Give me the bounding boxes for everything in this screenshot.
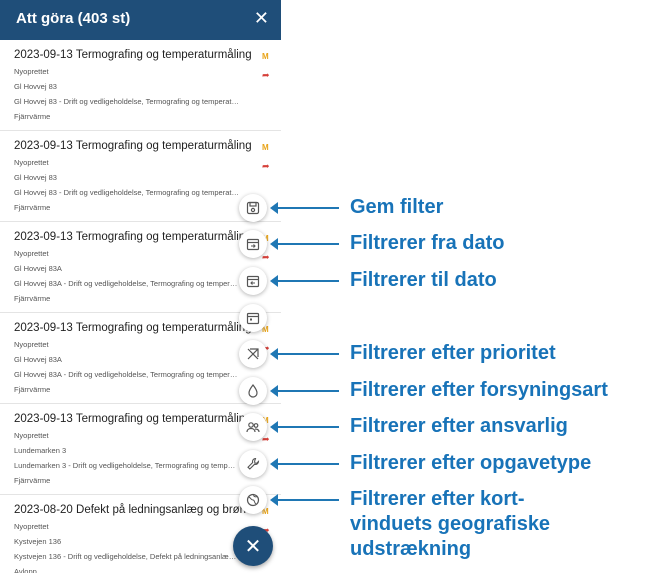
list-item[interactable]: 2023-09-13 Termografing og temperaturmål… — [0, 404, 281, 495]
item-address: Gl Hovvej 83 — [14, 173, 57, 182]
callout-map-line2: vinduets geografiske — [350, 513, 551, 535]
item-description: Gl Hovvej 83 - Drift og vedligeholdelse,… — [14, 97, 239, 106]
item-type: Fjärrvärme — [14, 112, 51, 121]
close-icon[interactable]: ✕ — [254, 7, 269, 29]
item-type: Fjärrvärme — [14, 203, 51, 212]
filter-from-date-button[interactable] — [239, 230, 267, 258]
list-item[interactable]: 2023-09-13 Termografing og temperaturmål… — [0, 40, 281, 131]
item-type: Fjärrvärme — [14, 294, 51, 303]
item-title: 2023-08-20 Defekt på ledningsanlæg og br… — [14, 504, 259, 516]
filter-tasktype-button[interactable] — [239, 450, 267, 478]
priority-icon — [247, 348, 259, 360]
drop-icon — [248, 384, 258, 398]
item-address: Gl Hovvej 83 — [14, 82, 57, 91]
item-description: Gl Hovvej 83 - Drift og vedligeholdelse,… — [14, 188, 239, 197]
callout-priority: Filtrerer efter prioritet — [350, 342, 556, 364]
item-title: 2023-09-13 Termografing og temperaturmål… — [14, 231, 252, 243]
item-title: 2023-09-13 Termografing og temperaturmål… — [14, 322, 252, 334]
panel-header: Att göra (403 st) ✕ — [0, 0, 281, 40]
item-description: Lundemarken 3 - Drift og vedligeholdelse… — [14, 461, 239, 470]
callout-responsible: Filtrerer efter ansvarlig — [350, 415, 568, 437]
item-address: Gl Hovvej 83A — [14, 355, 62, 364]
calendar-button[interactable] — [239, 304, 267, 332]
close-filter-menu-button[interactable]: ✕ — [233, 526, 273, 566]
callout-arrow — [270, 275, 339, 287]
callout-save-filter: Gem filter — [350, 196, 444, 218]
item-address: Lundemarken 3 — [14, 446, 67, 455]
todo-list: 2023-09-13 Termografing og temperaturmål… — [0, 40, 281, 573]
forward-icon: ➦ — [262, 70, 270, 80]
filter-supply-button[interactable] — [239, 377, 267, 405]
callout-map-line1: Filtrerer efter kort- — [350, 488, 525, 510]
item-description: Gl Hovvej 83A - Drift og vedligeholdelse… — [14, 370, 239, 379]
item-description: Kystvejen 136 - Drift og vedligeholdelse… — [14, 552, 239, 561]
todo-panel: Att göra (403 st) ✕ 2023-09-13 Termograf… — [0, 0, 281, 573]
callout-arrow — [270, 348, 339, 360]
callout-arrow — [270, 202, 339, 214]
priority-badge: M — [262, 143, 269, 152]
item-type: Fjärrvärme — [14, 385, 51, 394]
save-icon — [246, 201, 260, 215]
callout-supply: Filtrerer efter forsyningsart — [350, 379, 608, 401]
calendar-icon — [246, 312, 260, 325]
callout-arrow — [270, 238, 339, 250]
item-status: Nyoprettet — [14, 158, 49, 167]
callout-map-line3: udstrækning — [350, 538, 472, 560]
item-status: Nyoprettet — [14, 431, 49, 440]
priority-badge: M — [262, 52, 269, 61]
list-item[interactable]: 2023-09-13 Termografing og temperaturmål… — [0, 222, 281, 313]
item-type: Fjärrvärme — [14, 476, 51, 485]
item-title: 2023-09-13 Termografing og temperaturmål… — [14, 49, 252, 61]
item-title: 2023-09-13 Termografing og temperaturmål… — [14, 413, 252, 425]
item-status: Nyoprettet — [14, 522, 49, 531]
calendar-from-icon — [246, 238, 260, 251]
item-status: Nyoprettet — [14, 249, 49, 258]
save-filter-button[interactable] — [239, 194, 267, 222]
filter-priority-button[interactable] — [239, 340, 267, 368]
callout-arrow — [270, 458, 339, 470]
item-status: Nyoprettet — [14, 340, 49, 349]
filter-responsible-button[interactable] — [239, 413, 267, 441]
callout-arrow — [270, 385, 339, 397]
forward-icon: ➦ — [262, 161, 270, 171]
callout-tasktype: Filtrerer efter opgavetype — [350, 452, 592, 474]
filter-map-extent-button[interactable] — [239, 486, 267, 514]
people-icon — [246, 422, 260, 433]
callout-to-date: Filtrerer til dato — [350, 269, 497, 291]
item-title: 2023-09-13 Termografing og temperaturmål… — [14, 140, 252, 152]
item-status: Nyoprettet — [14, 67, 49, 76]
item-address: Kystvejen 136 — [14, 537, 62, 546]
filter-to-date-button[interactable] — [239, 267, 267, 295]
item-address: Gl Hovvej 83A — [14, 264, 62, 273]
panel-title: Att göra (403 st) — [16, 10, 131, 27]
item-description: Gl Hovvej 83A - Drift og vedligeholdelse… — [14, 279, 239, 288]
wrench-icon — [247, 457, 260, 470]
close-icon: ✕ — [244, 535, 262, 558]
callout-from-date: Filtrerer fra dato — [350, 232, 505, 254]
calendar-to-icon — [246, 275, 260, 288]
item-type: Avlopp — [14, 567, 37, 573]
callout-arrow — [270, 494, 339, 506]
callout-arrow — [270, 421, 339, 433]
globe-icon — [246, 493, 260, 507]
